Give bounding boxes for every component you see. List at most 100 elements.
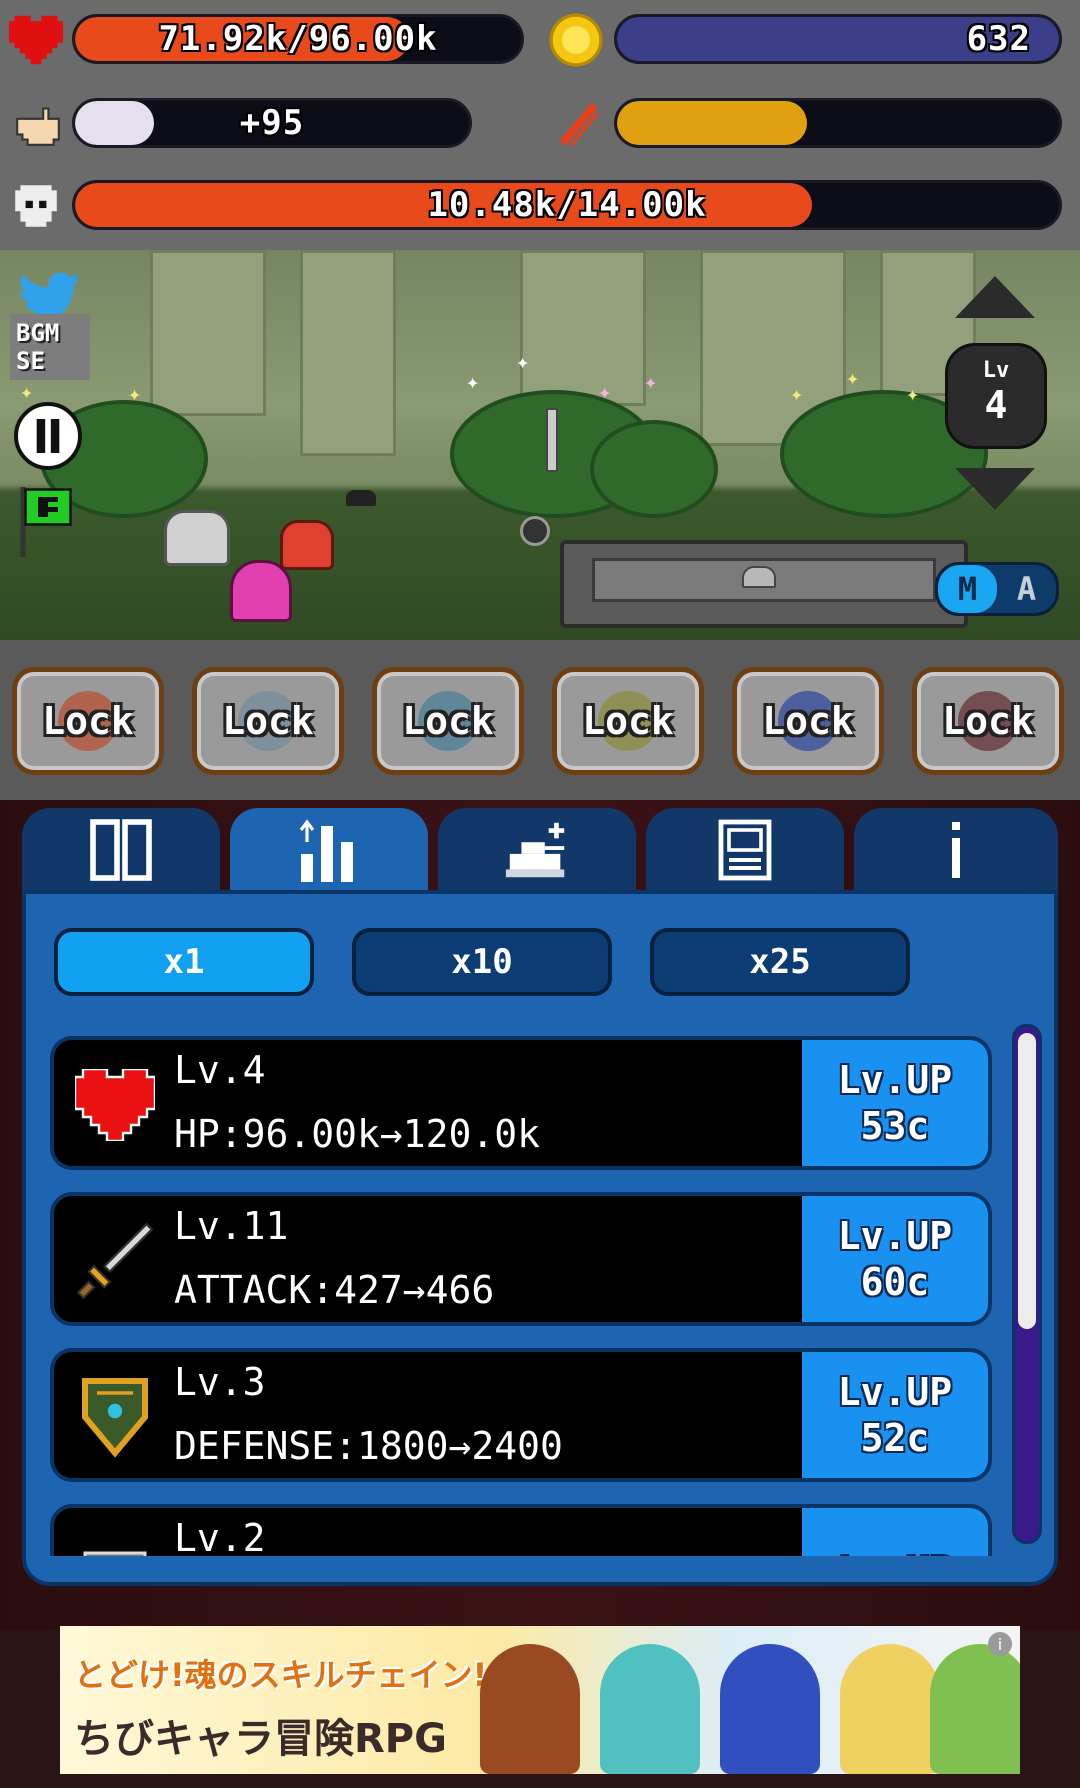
hero-knight (164, 510, 230, 566)
sword-drop (546, 408, 558, 472)
bomb (520, 516, 550, 546)
flag-icon (20, 487, 72, 557)
level-up-cost: 53c (860, 1104, 930, 1148)
level-up-cost: 60c (860, 1260, 930, 1304)
ad-character (840, 1644, 940, 1774)
upgrade-stat: DEFENSE:1800→2400 (174, 1424, 563, 1468)
skill-slot-shield[interactable]: Lock (192, 667, 344, 775)
enemy-hp-bar: 10.48k/14.00k (72, 180, 1062, 230)
multiplier-x10-button[interactable]: x10 (352, 928, 612, 996)
upgrade-level: Lv.11 (174, 1204, 289, 1248)
coin-count: 632 (966, 19, 1031, 59)
power-bar (614, 98, 1062, 148)
tab-info[interactable] (854, 808, 1058, 892)
level-up-button[interactable]: Lv.UP 52c (802, 1352, 988, 1478)
tab-tank[interactable] (438, 808, 636, 892)
mode-toggle[interactable]: M A (935, 562, 1059, 616)
scrollbar-thumb[interactable] (1018, 1033, 1036, 1329)
battle-scene[interactable]: ✦ ✦ ✦ ✦ ✦ ✦ ✦ ✦ ✦ M A Lv 4 BGM SE (0, 250, 1080, 640)
ad-tagline: とどけ!魂のスキルチェイン! (74, 1656, 488, 1694)
skill-slot-monster[interactable]: Lock (912, 667, 1064, 775)
se-label: SE (16, 347, 45, 375)
enemy-hp-text: 10.48k/14.00k (427, 185, 707, 225)
armor-icon (72, 1530, 158, 1556)
sparkle: ✦ (20, 380, 34, 405)
tap-hand-icon (10, 96, 66, 152)
level-up-label: Lv.UP (837, 1058, 953, 1102)
bgm-label: BGM (16, 319, 60, 347)
ruin-pillar (150, 250, 266, 416)
ad-banner[interactable]: とどけ!魂のスキルチェイン! ちびキャラ冒険RPG i (60, 1626, 1020, 1774)
upgrade-level: Lv.3 (174, 1360, 266, 1404)
level-up-cost: 52c (860, 1416, 930, 1460)
level-up-button[interactable]: Lv.UP 60c (802, 1196, 988, 1322)
lock-label: Lock (222, 699, 314, 743)
sparkle: ✦ (644, 370, 658, 395)
upgrade-row-armor: Lv.2 Lv.UP (50, 1504, 992, 1556)
skill-slot-pot[interactable]: Lock (552, 667, 704, 775)
multiplier-x1-button[interactable]: x1 (54, 928, 314, 996)
ad-info-icon[interactable]: i (988, 1632, 1012, 1656)
hp-text: 71.92k/96.00k (158, 19, 438, 59)
equipment-icon (90, 819, 152, 881)
tab-document[interactable] (646, 808, 844, 892)
pause-button[interactable] (14, 402, 82, 470)
ad-character (720, 1644, 820, 1774)
flag-button[interactable] (16, 486, 80, 558)
bush (590, 420, 718, 518)
level-up-label: Lv.UP (837, 1370, 953, 1414)
stage-level-value: 4 (984, 383, 1008, 427)
stage-level-label: Lv (982, 358, 1010, 383)
upgrade-level: Lv.2 (174, 1516, 266, 1556)
sparkle: ✦ (516, 350, 530, 375)
upgrade-row-hp: Lv.4 HP:96.00k→120.0k Lv.UP 53c (50, 1036, 992, 1170)
skill-slot-swords[interactable]: Lock (372, 667, 524, 775)
level-up-button[interactable]: Lv.UP 53c (802, 1040, 988, 1166)
multiplier-x25-button[interactable]: x25 (650, 928, 910, 996)
sword-icon (72, 1218, 158, 1304)
document-icon (718, 819, 772, 881)
skill-slot-potion[interactable]: Lock (732, 667, 884, 775)
stage-level: Lv 4 (945, 343, 1047, 449)
tank-plus-icon (505, 822, 565, 878)
lock-label: Lock (582, 699, 674, 743)
level-up-label: Lv.UP (837, 1214, 953, 1258)
level-up-label: Lv.UP (838, 1548, 952, 1556)
ruin-pillar (520, 250, 646, 406)
level-up-arrow-icon[interactable] (955, 276, 1035, 318)
top-hud: 71.92k/96.00k 632 +95 10.48k/14.00k (0, 0, 1080, 250)
ad-character (600, 1644, 700, 1774)
upgrade-list[interactable]: Lv.4 HP:96.00k→120.0k Lv.UP 53c Lv.11 AT… (50, 1036, 1000, 1556)
level-down-arrow-icon[interactable] (955, 468, 1035, 510)
tab-upgrade[interactable] (230, 808, 428, 892)
lock-label: Lock (942, 699, 1034, 743)
lock-label: Lock (42, 699, 134, 743)
heart-icon (8, 12, 64, 68)
sparkle: ✦ (128, 382, 142, 407)
level-up-button[interactable]: Lv.UP (802, 1508, 988, 1556)
upgrade-row-attack: Lv.11 ATTACK:427→466 Lv.UP 60c (50, 1192, 992, 1326)
lock-label: Lock (402, 699, 494, 743)
skill-slot-fire[interactable]: Lock (12, 667, 164, 775)
snail-enemy (742, 566, 776, 588)
tab-equipment[interactable] (22, 808, 220, 892)
skill-bar: Lock Lock Lock Lock Lock Lock (0, 640, 1080, 800)
auto-mode[interactable]: A (997, 565, 1056, 613)
pause-icon (36, 419, 60, 453)
stats-up-icon (299, 819, 353, 882)
tap-bar: +95 (72, 98, 472, 148)
ruin-pillar (300, 250, 396, 456)
list-scrollbar[interactable] (1012, 1024, 1042, 1544)
sound-toggle-button[interactable]: BGM SE (10, 314, 90, 380)
coin-icon (548, 12, 604, 68)
sparkle: ✦ (846, 366, 860, 391)
flame-sword-icon (548, 96, 604, 152)
sparkle: ✦ (466, 370, 480, 395)
enemy-platform (560, 540, 968, 628)
ad-character (480, 1644, 580, 1774)
tap-bonus: +95 (239, 103, 305, 143)
manual-mode[interactable]: M (938, 565, 997, 613)
hero-warrior (280, 520, 334, 570)
sparkle: ✦ (906, 382, 920, 407)
skull-icon (8, 178, 64, 234)
